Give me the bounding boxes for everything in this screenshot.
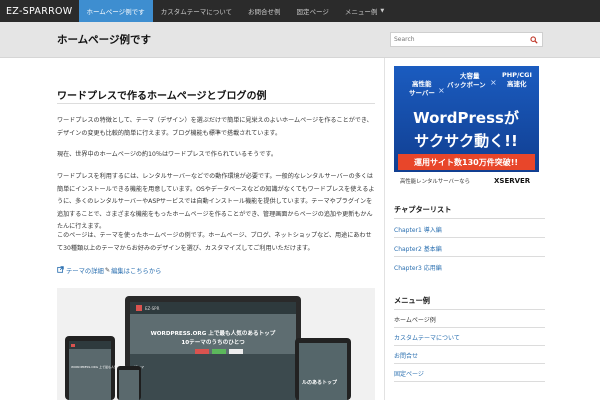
theme-detail-link[interactable]: テーマの詳細 [66, 266, 104, 275]
caret-down-icon: ▼ [380, 8, 385, 14]
title-divider [57, 103, 375, 104]
nav-item-menu-dropdown[interactable]: メニュー例 ▼ [337, 0, 392, 22]
widget-divider [394, 327, 545, 328]
ad-text: 高速化 [507, 79, 527, 88]
ad-text: サーバー [409, 89, 435, 97]
ad-main-text: WordPressが [413, 109, 520, 127]
mockup-brand: EZ-SPR [145, 306, 160, 311]
nav-item-label: ホームページ例です [86, 8, 145, 16]
widget-divider [394, 256, 545, 257]
menu-link[interactable]: 固定ページ [394, 369, 424, 378]
main-content: ワードプレスで作るホームページとブログの例 ワードプレスの特徴として、テーマ（デ… [0, 58, 385, 400]
nav-item-label: お問合せ例 [248, 8, 281, 16]
nav-item-label: 固定ページ [296, 8, 329, 16]
ad-text: バックボーン [447, 80, 486, 89]
search-box [390, 32, 543, 47]
nav-item-custom-theme[interactable]: カスタムテーマについて [153, 0, 240, 22]
menu-link[interactable]: お問合せ [394, 351, 418, 360]
widget-divider [394, 381, 545, 382]
widget-title-menu: メニュー例 [394, 296, 430, 305]
theme-mockup-image: EZ-SPR WORDPRESS.ORG 上で最も人気のあるトップ 10テーマの… [57, 288, 375, 400]
ad-banner-text: 運用サイト数130万件突破!! [414, 157, 518, 167]
nav-item-fixed-page[interactable]: 固定ページ [289, 0, 337, 22]
ad-times-icon: × [438, 86, 445, 95]
ad-text: 高性能 [412, 79, 432, 88]
mockup-headline: WORDPRESS.ORG 上で最も人気のあるトップ [151, 329, 276, 337]
mockup-subline: 10テーマのうちのひとつ [181, 338, 245, 346]
nav-item-home[interactable]: ホームページ例です [78, 0, 153, 22]
post-paragraph: ワードプレスを利用するには、レンタルサーバーなどでの動作環境が必要です。一般的な… [57, 173, 375, 230]
sidebar: 高性能 サーバー × 大容量 バックボーン × PHP/CGI 高速化 Word… [385, 58, 600, 400]
site-header: ホームページ例です [0, 22, 600, 58]
chapter-link[interactable]: Chapter1 導入編 [394, 225, 442, 234]
brand-logo[interactable]: EZ-SPARROW [0, 0, 79, 22]
widget-divider [394, 218, 545, 219]
post-title: ワードプレスで作るホームページとブログの例 [57, 91, 267, 102]
xserver-logo: XSERVER [494, 177, 531, 185]
menu-link[interactable]: ホームページ例 [394, 315, 436, 324]
post-paragraph: 現在、世界中のホームページの約10％はワードプレスで作られているそうです。 [57, 151, 277, 158]
post-paragraph: このページは、テーマを使ったホームページの例です。ホームページ、ブログ、ネットシ… [57, 232, 372, 252]
nav-item-label: メニュー例 [344, 8, 378, 16]
ad-text: 大容量 [460, 71, 480, 80]
search-icon[interactable] [527, 33, 541, 46]
xserver-ad-banner[interactable]: 高性能 サーバー × 大容量 バックボーン × PHP/CGI 高速化 Word… [394, 66, 539, 188]
widget-divider [394, 345, 545, 346]
ad-times-icon: × [490, 78, 497, 87]
post-paragraph: ワードプレスの特徴として、テーマ（デザイン）を選ぶだけで簡単に見栄えのよいホーム… [57, 117, 373, 137]
widget-divider [394, 237, 545, 238]
ad-main-text: サクサク動く!! [414, 132, 518, 150]
ad-text: PHP/CGI [502, 71, 532, 79]
chapter-link[interactable]: Chapter2 基本編 [394, 244, 442, 253]
post-links: テーマの詳細 ✎ 編集はこちらから [57, 266, 161, 275]
menu-link[interactable]: カスタムテーマについて [394, 333, 460, 342]
widget-title-chapters: チャプターリスト [394, 205, 452, 214]
nav-item-label: カスタムテーマについて [160, 8, 232, 16]
search-input[interactable] [391, 36, 527, 43]
edit-link[interactable]: 編集はこちらから [111, 266, 161, 275]
mockup-tablet-text: ルのあるトップ [302, 379, 338, 386]
top-navbar: EZ-SPARROW ホームページ例です カスタムテーマについて お問合せ例 固… [0, 0, 600, 22]
ad-footer-text: 高性能レンタルサーバーなら [400, 177, 470, 185]
widget-divider [394, 309, 545, 310]
site-title[interactable]: ホームページ例です [57, 32, 151, 47]
pencil-icon: ✎ [104, 267, 111, 274]
nav-item-contact[interactable]: お問合せ例 [240, 0, 289, 22]
external-link-icon [57, 266, 64, 275]
widget-divider [394, 363, 545, 364]
chapter-link[interactable]: Chapter3 応用編 [394, 263, 442, 272]
